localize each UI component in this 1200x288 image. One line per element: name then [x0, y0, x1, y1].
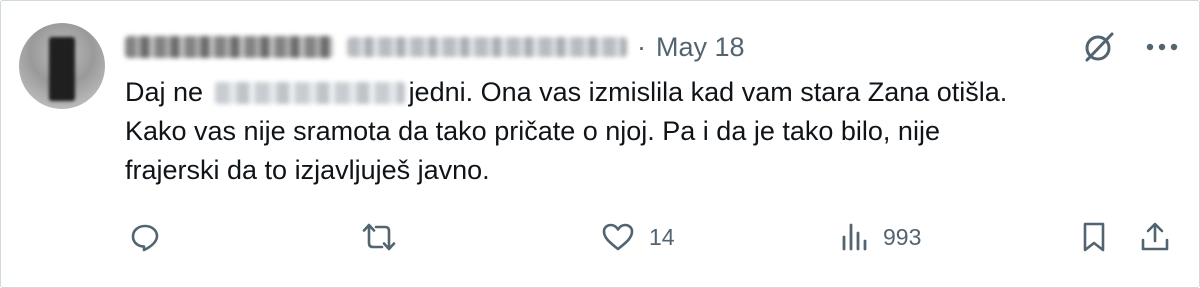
- like-count: 14: [649, 223, 675, 250]
- tweet-actions: 14 993: [1, 215, 1200, 259]
- tweet-text: Daj ne jedni. Ona vas izmislila kad vam …: [125, 73, 1165, 190]
- tweet-header-icons: [1081, 27, 1179, 67]
- repost-icon: [361, 221, 397, 253]
- bookmark-icon: [1081, 221, 1107, 253]
- views-count: 993: [883, 223, 922, 250]
- views-button[interactable]: 993: [839, 215, 921, 259]
- author-handle-blurred[interactable]: [347, 37, 627, 57]
- tweet-line-3: frajerski da to izjavljuješ javno.: [125, 155, 490, 185]
- tweet-line-2: Kako vas nije sramota da tako pričate o …: [125, 116, 940, 146]
- avatar[interactable]: [19, 23, 105, 109]
- tweet-text-part-1: Daj ne: [125, 77, 211, 107]
- tweet-line-1: Daj ne jedni. Ona vas izmislila kad vam …: [125, 73, 1165, 112]
- more-icon[interactable]: [1145, 42, 1179, 52]
- analytics-icon: [839, 221, 869, 253]
- share-button[interactable]: [1139, 215, 1171, 259]
- censored-text: [214, 82, 405, 104]
- header-separator: ·: [637, 31, 646, 62]
- share-icon: [1139, 221, 1171, 253]
- repost-button[interactable]: [361, 215, 397, 259]
- reply-icon: [129, 221, 161, 253]
- grok-icon[interactable]: [1081, 29, 1117, 65]
- author-name-blurred[interactable]: [125, 36, 333, 58]
- tweet-header: · May 18: [125, 27, 745, 67]
- bookmark-button[interactable]: [1081, 215, 1107, 259]
- heart-icon: [601, 221, 635, 253]
- tweet-text-part-2: jedni. Ona vas izmislila kad vam stara Z…: [408, 77, 1008, 107]
- like-button[interactable]: 14: [601, 215, 675, 259]
- tweet-date[interactable]: May 18: [656, 32, 745, 63]
- reply-button[interactable]: [129, 215, 161, 259]
- tweet-card[interactable]: · May 18 Daj ne jedni. Ona vas izmislila…: [0, 0, 1200, 288]
- avatar-silhouette: [49, 37, 75, 101]
